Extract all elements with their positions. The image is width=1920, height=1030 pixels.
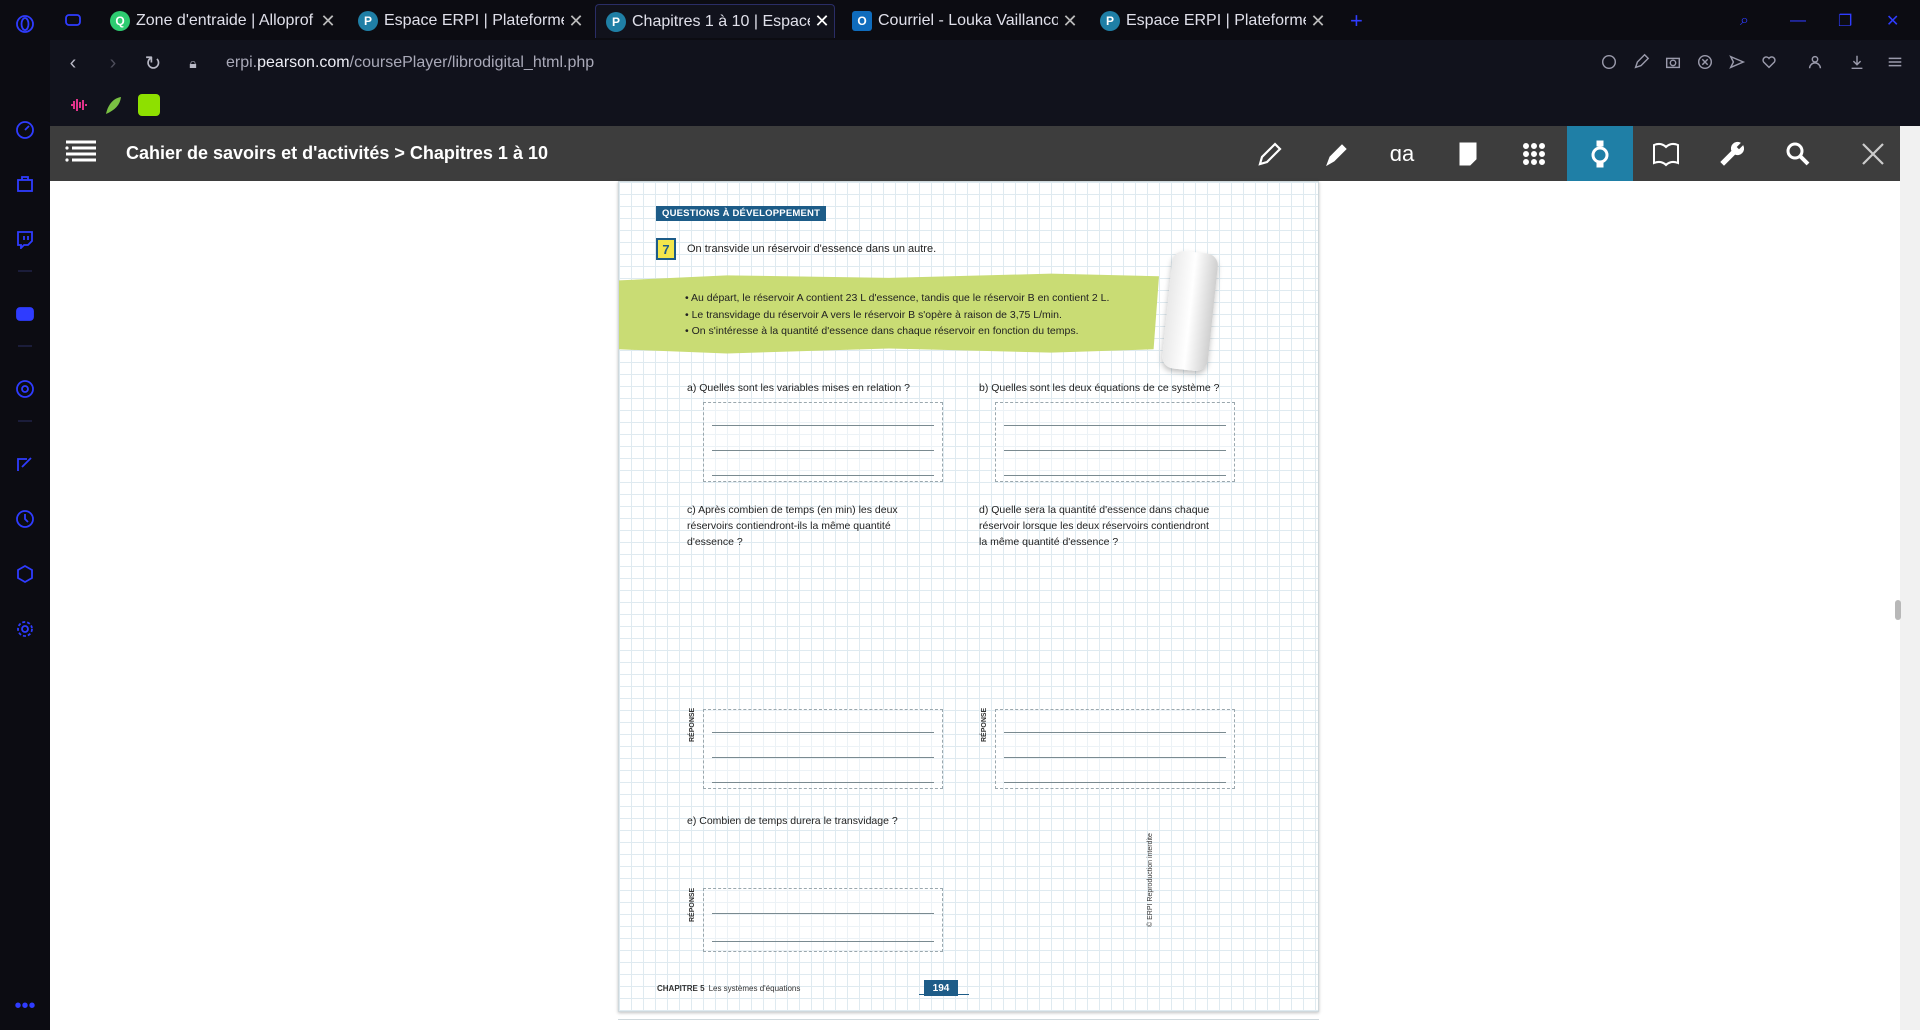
tab-chapitres-active[interactable]: P Chapitres 1 à 10 | Espace ER ✕ [595,4,835,38]
minimize-icon[interactable]: — [1780,4,1814,38]
close-tab-icon[interactable]: ✕ [564,11,588,32]
tab-bar: Q Zone d'entraide | Alloprof ✕ P Espace … [50,0,1920,40]
tools-wrench-button[interactable] [1699,126,1765,181]
timer-tool-button[interactable] [1567,126,1633,181]
pearson-icon: P [1100,11,1120,31]
forward-button[interactable]: › [96,46,130,80]
fact-item: Au départ, le réservoir A contient 23 L … [685,290,1109,307]
browser-window: ••• Q Zone d'entraide | Alloprof ✕ P Esp… [0,0,1920,1030]
answer-box-a[interactable] [703,402,943,482]
pinboard-icon[interactable] [14,453,36,475]
bookmarks-bar [50,86,1920,126]
section-tag: QUESTIONS À DÉVELOPPEMENT [656,206,827,221]
book-view-button[interactable] [1633,126,1699,181]
search-tabs-icon[interactable]: ⌕ [1730,4,1764,38]
new-tab-button[interactable]: + [1340,4,1370,38]
discord-icon[interactable] [14,303,36,325]
close-tab-icon[interactable]: ✕ [1058,11,1082,32]
table-of-contents-icon[interactable] [64,139,98,168]
pearson-icon: P [606,11,626,32]
question-statement: On transvide un réservoir d'essence dans… [687,243,937,255]
gx-control-icon[interactable] [14,173,36,195]
answer-box-d[interactable] [995,709,1235,789]
reader-toolbar: Cahier de savoirs et d'activités > Chapi… [50,126,1900,181]
workspace-icon[interactable] [62,9,84,31]
download-icon[interactable] [1848,53,1868,73]
answer-box-b[interactable] [995,402,1235,482]
question-number: 7 [656,238,676,260]
book-title: Cahier de savoirs et d'activités > Chapi… [126,143,548,163]
messenger-icon[interactable] [14,378,36,400]
copyright-notice: © ERPI Reproduction interdite [1147,833,1154,927]
alloprof-icon: Q [110,11,130,31]
facts-note: Au départ, le réservoir A contient 23 L … [619,273,1159,354]
close-tab-icon[interactable]: ✕ [1306,11,1330,32]
address-bar: ‹ › ↻ 🔒︎ erpi.pearson.com/coursePlayer/l… [50,40,1920,86]
close-reader-button[interactable] [1840,126,1906,181]
lock-icon[interactable]: 🔒︎ [176,46,210,80]
question-e: e) Combien de temps durera le transvidag… [687,815,898,827]
next-page-edge [618,1019,1319,1030]
url-field[interactable]: erpi.pearson.com/coursePlayer/librodigit… [226,54,594,72]
back-button[interactable]: ‹ [56,46,90,80]
close-tab-icon[interactable]: ✕ [316,11,340,32]
question-b: b) Quelles sont les deux équations de ce… [979,382,1220,394]
duolingo-bookmark-icon[interactable] [138,94,160,116]
answer-label: RÉPONSE [981,707,988,742]
tab-erpi-1[interactable]: P Espace ERPI | Plateforme éd ✕ [348,4,588,38]
workbook-page: QUESTIONS À DÉVELOPPEMENT 7 On transvide… [618,181,1319,1012]
maximize-icon[interactable]: ❐ [1828,4,1862,38]
adblock-icon[interactable] [1696,53,1716,73]
feather-bookmark-icon[interactable] [102,94,124,116]
scrollbar[interactable] [1900,126,1920,1030]
tab-erpi-2[interactable]: P Espace ERPI | Plateforme éd ✕ [1090,4,1330,38]
twitch-icon[interactable] [14,228,36,250]
answer-box-e[interactable] [703,888,943,952]
fact-item: Le transvidage du réservoir A vers le ré… [685,307,1109,324]
more-options-icon[interactable]: ••• [14,995,36,1017]
opera-logo-icon[interactable] [14,13,36,35]
answer-label: RÉPONSE [689,887,696,922]
question-d: d) Quelle sera la quantité d'essence dan… [979,504,1210,548]
answer-box-c[interactable] [703,709,943,789]
heart-icon[interactable] [1760,53,1780,73]
soundwave-bookmark-icon[interactable] [68,94,90,116]
scrollbar-thumb[interactable] [1895,600,1901,620]
settings-gear-icon[interactable] [14,618,36,640]
text-size-button[interactable]: ɑa [1369,126,1435,181]
speed-dial-icon[interactable] [14,119,36,141]
question-a: a) Quelles sont les variables mises en r… [687,382,910,394]
outlook-icon: O [852,11,872,31]
page-number-underline [919,994,969,995]
camera-icon[interactable] [1664,53,1684,73]
tab-alloprof[interactable]: Q Zone d'entraide | Alloprof ✕ [100,4,340,38]
profile-icon[interactable] [1806,53,1826,73]
fact-item: On s'intéresse à la quantité d'essence d… [685,323,1109,340]
send-icon[interactable] [1728,53,1748,73]
edit-icon[interactable] [1632,53,1652,73]
reader-content: QUESTIONS À DÉVELOPPEMENT 7 On transvide… [50,181,1900,1030]
answer-label: RÉPONSE [689,707,696,742]
extensions-icon[interactable] [14,563,36,585]
pencil-tool-button[interactable] [1237,126,1303,181]
highlighter-tool-button[interactable] [1303,126,1369,181]
question-c: c) Après combien de temps (en min) les d… [687,504,898,548]
history-icon[interactable] [14,508,36,530]
close-tab-icon[interactable]: ✕ [810,11,834,32]
apps-grid-button[interactable] [1501,126,1567,181]
pearson-icon: P [358,11,378,31]
paper-roll-graphic [1160,249,1220,373]
reload-button[interactable]: ↻ [136,46,170,80]
browser-sidebar: ••• [0,0,50,1030]
close-window-icon[interactable]: ✕ [1876,4,1910,38]
tab-courriel[interactable]: O Courriel - Louka Vaillancou ✕ [842,4,1082,38]
emoji-icon[interactable] [1600,53,1620,73]
page-footer: CHAPITRE 5 Les systèmes d'équations [657,984,801,993]
sticky-note-button[interactable] [1435,126,1501,181]
search-button[interactable] [1765,126,1831,181]
easy-setup-icon[interactable] [1886,53,1906,73]
